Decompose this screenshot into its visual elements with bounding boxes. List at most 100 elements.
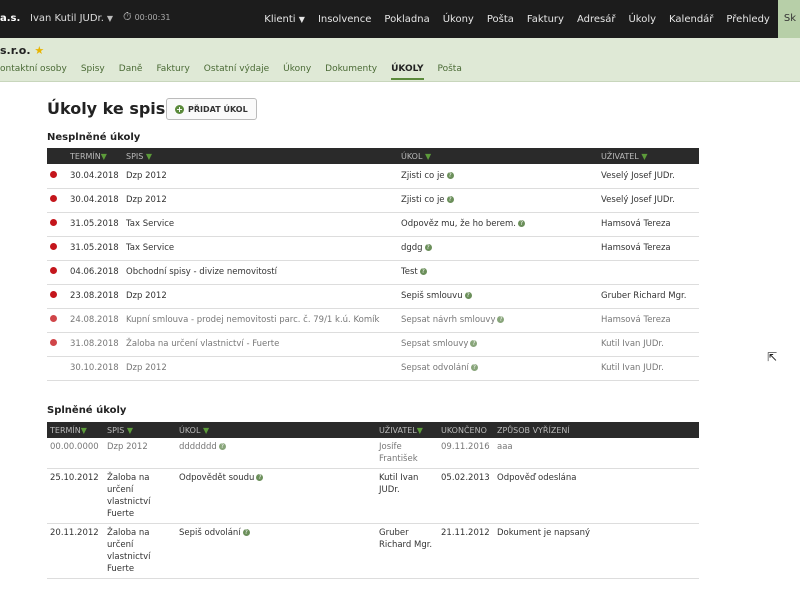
timer-value: 00:00:31 (134, 13, 171, 22)
tab-ukony[interactable]: Úkony (283, 64, 311, 80)
task-file[interactable]: Tax Service (123, 236, 398, 261)
table-row[interactable]: 31.08.2018 Žaloba na určení vlastnictví -… (47, 332, 699, 357)
nav-faktury[interactable]: Faktury (527, 14, 564, 25)
task-file[interactable]: Dzp 2012 (104, 438, 176, 469)
task-user: Kutil Ivan JUDr. (376, 468, 438, 524)
help-icon[interactable]: ? (419, 268, 427, 275)
task-name[interactable]: Sepsat smlouvy (401, 339, 468, 349)
nav-insolvence[interactable]: Insolvence (318, 14, 371, 25)
task-name-cell: ddddddd? (176, 438, 376, 469)
table-row[interactable]: 30.04.2018 Dzp 2012 Zjisti co je? Veselý Jo… (47, 164, 699, 189)
help-icon[interactable]: ? (446, 171, 454, 179)
task-file[interactable]: Žaloba na určení vlastnictví Fuerte (104, 523, 176, 579)
nav-posta[interactable]: Pošta (487, 14, 514, 25)
column-spis[interactable]: SPIS ▼ (104, 422, 176, 438)
help-icon[interactable]: ? (424, 244, 432, 251)
table-row[interactable]: 31.05.2018 Tax Service dgdg? Hamsová Tereza (47, 236, 699, 261)
task-name-cell: Odpovědět soudu? (176, 468, 376, 524)
nav-ukoly[interactable]: Úkoly (628, 14, 656, 25)
help-icon[interactable]: ? (446, 196, 454, 203)
column-termin[interactable]: TERMÍN▼ (67, 148, 123, 164)
task-name[interactable]: Odpovědět soudu (179, 473, 254, 483)
column-uzivatel[interactable]: UŽIVATEL ▼ (598, 148, 699, 164)
nav-kalendar[interactable]: Kalendář (669, 14, 713, 25)
task-date: 31.08.2018 (67, 332, 123, 357)
add-task-button[interactable]: + PŘIDAT ÚKOL (166, 98, 257, 120)
tab-kontaktni-osoby[interactable]: ontaktní osoby (0, 64, 67, 80)
column-ukonceno[interactable]: UKONČENO (438, 422, 494, 438)
tab-ostatni-vydaje[interactable]: Ostatní výdaje (204, 64, 269, 80)
task-file[interactable]: Dzp 2012 (123, 164, 398, 189)
task-name[interactable]: Sepiš smlouvu (401, 291, 463, 301)
task-name[interactable]: Sepsat návrh smlouvy (401, 315, 495, 325)
task-date: 31.05.2018 (67, 212, 123, 237)
tab-ukoly[interactable]: ÚKOLY (391, 64, 424, 80)
nav-prehledy[interactable]: Přehledy (726, 14, 769, 25)
nav-adresar[interactable]: Adresář (577, 14, 616, 25)
task-name[interactable]: Sepsat odvolání (401, 363, 469, 373)
tab-spisy[interactable]: Spisy (81, 64, 105, 80)
tab-dane[interactable]: Daně (119, 64, 143, 80)
column-termin[interactable]: TERMÍN▼ (47, 422, 104, 438)
overdue-dot-icon (50, 339, 57, 346)
column-ukol[interactable]: ÚKOL ▼ (176, 422, 376, 438)
task-name-cell: Sepsat odvolání? (398, 356, 598, 381)
nav-pokladna[interactable]: Pokladna (384, 14, 429, 25)
nav-sk[interactable]: Sk (777, 0, 800, 38)
table-row[interactable]: 20.11.2012 Žaloba na určení vlastnictví F… (47, 523, 699, 579)
nav-ukony[interactable]: Úkony (443, 14, 474, 25)
table-row[interactable]: 04.06.2018 Obchodní spisy - divize nemovi… (47, 260, 699, 285)
nav-klienti[interactable]: Klienti ▼ (264, 14, 305, 25)
help-icon[interactable]: ? (470, 364, 478, 371)
help-icon[interactable]: ? (518, 220, 526, 227)
table-row[interactable]: 25.10.2012 Žaloba na určení vlastnictví F… (47, 468, 699, 524)
star-icon[interactable]: ★ (34, 44, 44, 57)
task-name[interactable]: dgdg (401, 243, 423, 253)
task-user: Gruber Richard Mgr. (376, 523, 438, 579)
task-file[interactable]: Dzp 2012 (123, 356, 398, 381)
task-name[interactable]: Test (401, 267, 418, 277)
tab-posta[interactable]: Pošta (438, 64, 462, 80)
tab-faktury[interactable]: Faktury (156, 64, 189, 80)
column-ukol[interactable]: ÚKOL ▼ (398, 148, 598, 164)
help-icon[interactable]: ? (497, 316, 505, 323)
pending-tasks-table: TERMÍN▼ SPIS ▼ ÚKOL ▼ UŽIVATEL ▼ 30.04.2… (47, 148, 699, 381)
chevron-down-icon: ▼ (106, 14, 114, 23)
task-file[interactable]: Dzp 2012 (123, 284, 398, 309)
user-menu[interactable]: Ivan Kutil JUDr. ▼ (30, 13, 113, 24)
help-icon[interactable]: ? (242, 529, 250, 536)
task-name[interactable]: Sepiš odvolání (179, 528, 241, 538)
task-ended: 21.11.2012 (438, 523, 494, 579)
table-row[interactable]: 31.05.2018 Tax Service Odpověz mu, že ho b… (47, 212, 699, 237)
tab-dokumenty[interactable]: Dokumenty (325, 64, 377, 80)
task-name[interactable]: Zjisti co je (401, 171, 445, 181)
task-file[interactable]: Obchodní spisy - divize nemovitostí (123, 260, 398, 285)
client-header: s.r.o. ★ ontaktní osoby Spisy Daně Faktu… (0, 38, 800, 82)
task-name[interactable]: Odpověz mu, že ho berem. (401, 219, 516, 229)
task-name[interactable]: Zjisti co je (401, 195, 445, 205)
task-file[interactable]: Dzp 2012 (123, 188, 398, 213)
table-row[interactable]: 23.08.2018 Dzp 2012 Sepiš smlouvu? Gruber R… (47, 284, 699, 309)
help-icon[interactable]: ? (256, 474, 264, 481)
help-icon[interactable]: ? (470, 340, 478, 347)
page-title: Úkoly ke spisu (47, 99, 177, 118)
task-name[interactable]: ddddddd (179, 442, 217, 452)
timer[interactable]: ⏱ 00:00:31 (123, 10, 171, 24)
task-file[interactable]: Žaloba na určení vlastnictví - Fuerte (123, 332, 398, 357)
table-row[interactable]: 00.00.0000 Dzp 2012 ddddddd? Josífe Františ… (47, 438, 699, 469)
table-row[interactable]: 30.10.2018 Dzp 2012 Sepsat odvolání? Kutil … (47, 356, 699, 381)
task-file[interactable]: Žaloba na určení vlastnictví Fuerte (104, 468, 176, 524)
company-name: s.r.o. ★ (0, 44, 45, 57)
task-file[interactable]: Tax Service (123, 212, 398, 237)
task-name-cell: Zjisti co je? (398, 164, 598, 189)
column-spis[interactable]: SPIS ▼ (123, 148, 398, 164)
table-row[interactable]: 24.08.2018 Kupní smlouva - prodej nemovit… (47, 308, 699, 333)
brand-name: a.s. (0, 13, 21, 24)
column-zpusob-vyrizeni[interactable]: ZPŮSOB VYŘÍZENÍ (494, 422, 699, 438)
overdue-dot-icon (50, 219, 57, 226)
help-icon[interactable]: ? (464, 292, 472, 299)
column-uzivatel[interactable]: UŽIVATEL▼ (376, 422, 438, 438)
help-icon[interactable]: ? (218, 443, 226, 450)
table-row[interactable]: 30.04.2018 Dzp 2012 Zjisti co je? Veselý Jo… (47, 188, 699, 213)
task-file[interactable]: Kupní smlouva - prodej nemovitosti parc.… (123, 308, 398, 333)
